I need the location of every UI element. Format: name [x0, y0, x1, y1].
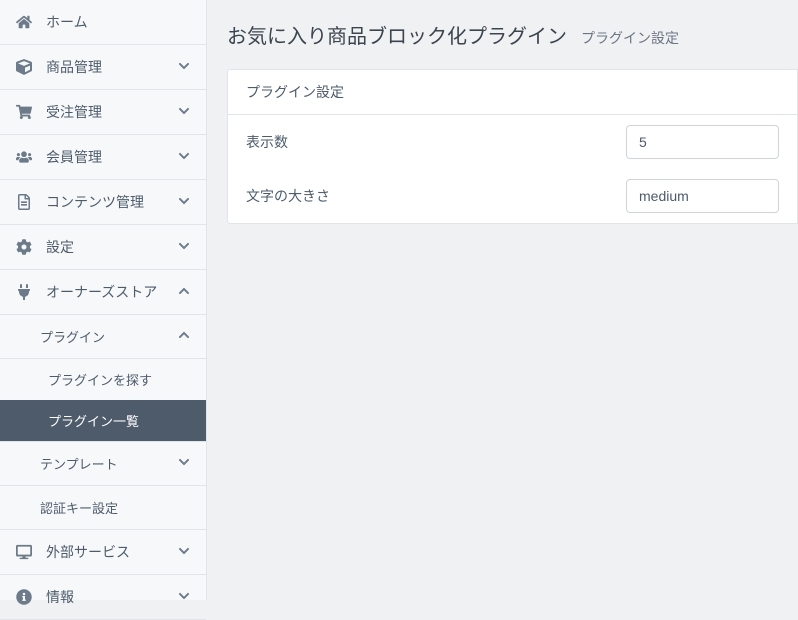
cube-icon	[16, 59, 36, 75]
sidebar-item-label: 設定	[46, 237, 74, 257]
sidebar-sub2-label: プラグイン一覧	[48, 414, 139, 429]
sidebar-item-label: オーナーズストア	[46, 282, 157, 302]
users-icon	[16, 149, 36, 165]
form-row-size: 文字の大きさ medium	[228, 169, 797, 223]
size-select[interactable]: medium	[626, 179, 779, 213]
page-title: お気に入り商品ブロック化プラグイン	[227, 20, 567, 49]
sidebar-item-label: 情報	[46, 587, 74, 607]
sidebar-sub-template[interactable]: テンプレート	[0, 441, 206, 486]
chevron-down-icon	[178, 194, 190, 210]
sidebar-sub-label: 認証キー設定	[40, 498, 118, 517]
sidebar-item-info[interactable]: 情報	[0, 575, 206, 620]
main-content: お気に入り商品ブロック化プラグイン プラグイン設定 プラグイン設定 表示数 文字…	[207, 0, 798, 600]
chevron-down-icon	[178, 104, 190, 120]
sidebar-item-settings[interactable]: 設定	[0, 225, 206, 270]
count-label: 表示数	[246, 132, 626, 152]
panel-title: プラグイン設定	[228, 70, 797, 115]
sidebar-item-home[interactable]: ホーム	[0, 0, 206, 45]
sidebar-item-label: 外部サービス	[46, 542, 130, 562]
sidebar-item-label: 受注管理	[46, 102, 102, 122]
chevron-down-icon	[178, 544, 190, 560]
cart-icon	[16, 104, 36, 120]
chevron-down-icon	[178, 59, 190, 75]
chevron-down-icon	[178, 149, 190, 165]
monitor-icon	[16, 544, 36, 560]
sidebar-item-label: 商品管理	[46, 57, 102, 77]
sidebar-item-label: ホーム	[46, 12, 88, 32]
file-icon	[16, 194, 36, 210]
sidebar-sub-label: テンプレート	[40, 454, 118, 473]
chevron-up-icon	[178, 329, 190, 344]
page-header: お気に入り商品ブロック化プラグイン プラグイン設定	[227, 20, 798, 49]
size-label: 文字の大きさ	[246, 186, 626, 206]
settings-panel: プラグイン設定 表示数 文字の大きさ medium	[227, 69, 798, 224]
sidebar: ホーム 商品管理 受注管理 会員管理 コンテンツ管理 設定 オーナーズストア プ…	[0, 0, 207, 600]
sidebar-item-contents[interactable]: コンテンツ管理	[0, 180, 206, 225]
chevron-up-icon	[178, 284, 190, 300]
sidebar-item-label: 会員管理	[46, 147, 102, 167]
count-input[interactable]	[626, 125, 779, 159]
sidebar-sub-label: プラグイン	[40, 327, 105, 346]
info-icon	[16, 589, 36, 605]
sidebar-item-external[interactable]: 外部サービス	[0, 530, 206, 575]
sidebar-item-members[interactable]: 会員管理	[0, 135, 206, 180]
plug-icon	[16, 284, 36, 300]
sidebar-sub-auth-key[interactable]: 認証キー設定	[0, 486, 206, 530]
sidebar-item-owner-store[interactable]: オーナーズストア	[0, 270, 206, 315]
gear-icon	[16, 239, 36, 255]
home-icon	[16, 14, 36, 30]
chevron-down-icon	[178, 239, 190, 255]
sidebar-item-products[interactable]: 商品管理	[0, 45, 206, 90]
sidebar-item-orders[interactable]: 受注管理	[0, 90, 206, 135]
sidebar-sub2-plugin-list[interactable]: プラグイン一覧	[0, 400, 206, 441]
sidebar-sub2-label: プラグインを探す	[48, 373, 152, 388]
page-subtitle: プラグイン設定	[581, 28, 679, 48]
form-row-count: 表示数	[228, 115, 797, 169]
chevron-down-icon	[178, 589, 190, 605]
sidebar-item-label: コンテンツ管理	[46, 192, 144, 212]
sidebar-sub2-find-plugin[interactable]: プラグインを探す	[0, 359, 206, 400]
sidebar-sub-plugin[interactable]: プラグイン	[0, 315, 206, 359]
chevron-down-icon	[178, 456, 190, 471]
